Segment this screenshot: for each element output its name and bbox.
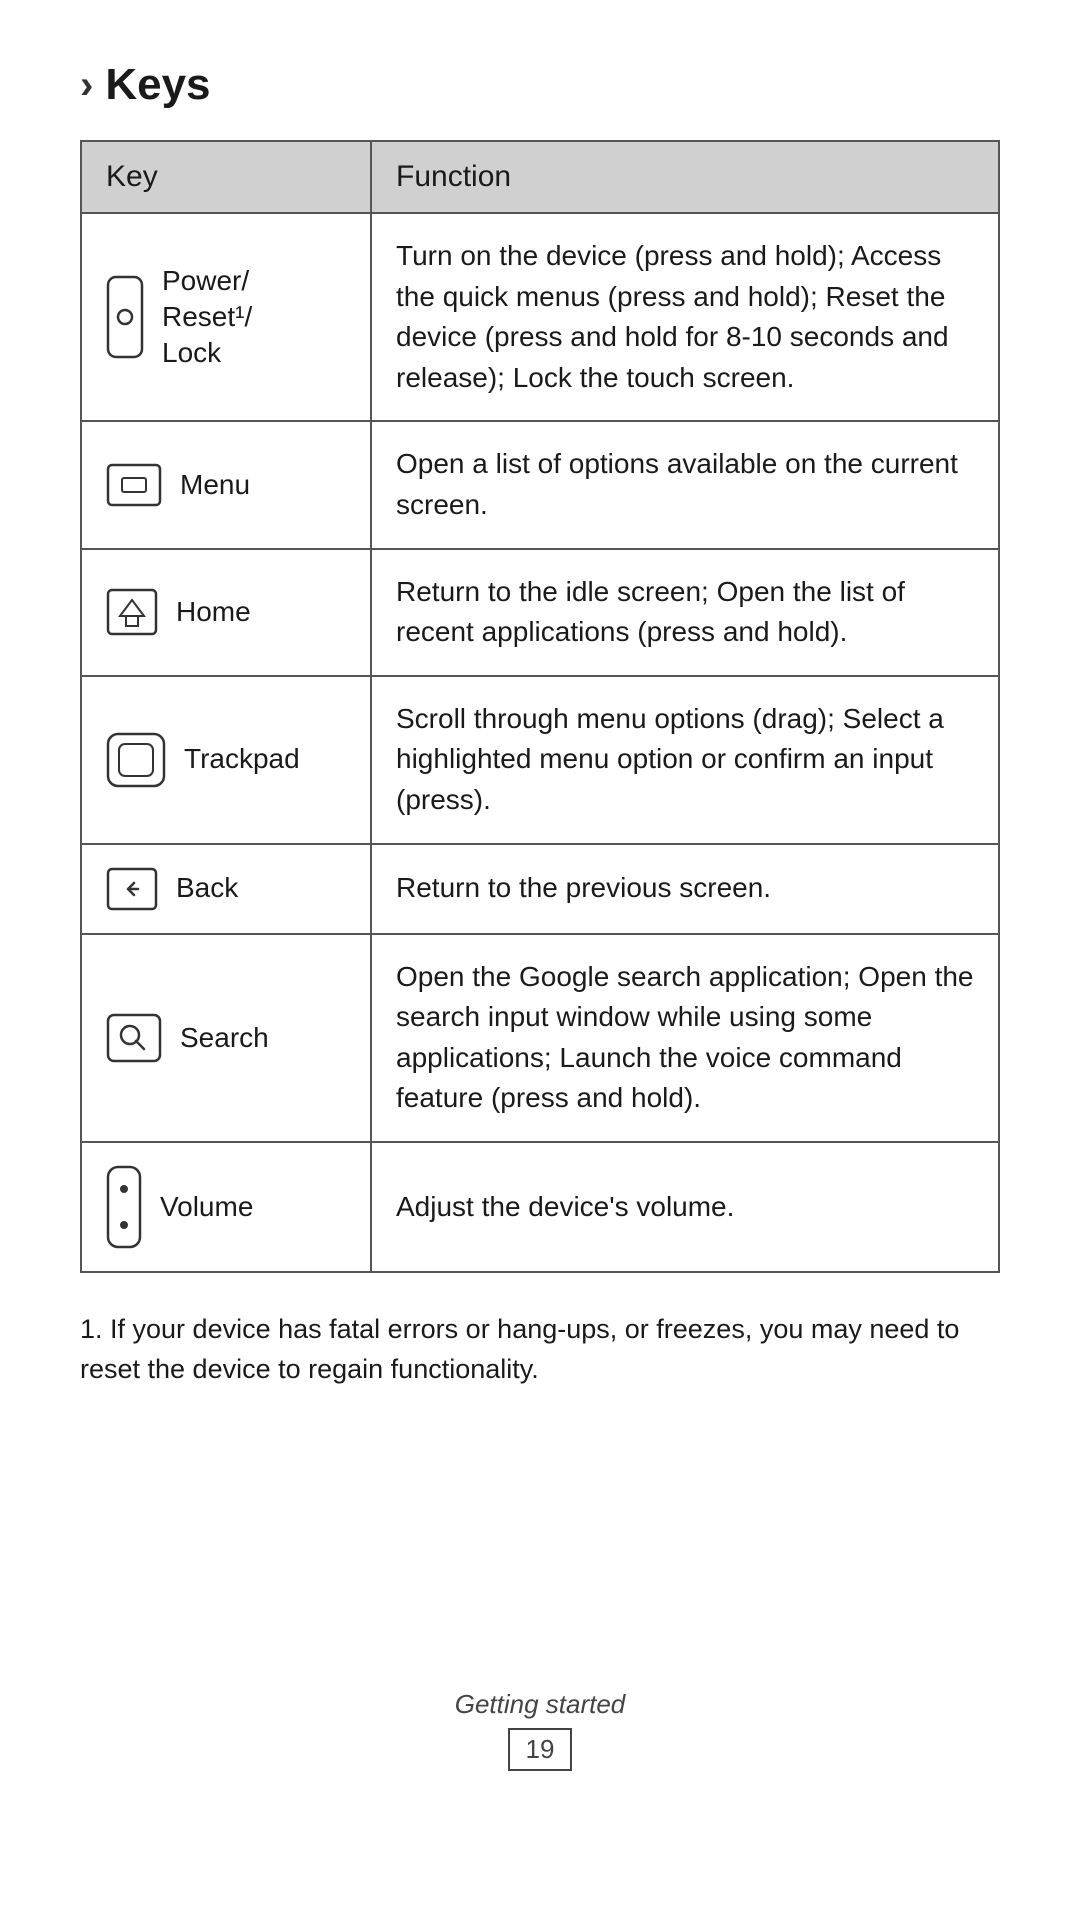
trackpad-icon <box>106 732 166 788</box>
table-row: Trackpad Scroll through menu options (dra… <box>81 676 999 844</box>
table-row: Menu Open a list of options available on … <box>81 421 999 548</box>
title-label: Keys <box>105 60 210 110</box>
keys-table: Key Function Power/Reset¹/Lock Turn on th… <box>80 140 1000 1273</box>
back-icon <box>106 867 158 911</box>
table-header-row: Key Function <box>81 141 999 213</box>
table-row: Home Return to the idle screen; Open the … <box>81 549 999 676</box>
key-label: Back <box>176 870 238 906</box>
table-row: Search Open the Google search application… <box>81 934 999 1142</box>
footer-page-number: 19 <box>508 1728 573 1771</box>
footer-section: Getting started <box>80 1689 1000 1720</box>
key-label: Menu <box>180 467 250 503</box>
key-label: Home <box>176 594 251 630</box>
col-header-function: Function <box>371 141 999 213</box>
home-icon <box>106 588 158 636</box>
table-row: Volume Adjust the device's volume. <box>81 1142 999 1272</box>
function-cell: Scroll through menu options (drag); Sele… <box>371 676 999 844</box>
function-cell: Open the Google search application; Open… <box>371 934 999 1142</box>
table-row: Power/Reset¹/Lock Turn on the device (pre… <box>81 213 999 421</box>
table-row: Back Return to the previous screen. <box>81 844 999 934</box>
footnote: 1. If your device has fatal errors or ha… <box>80 1309 1000 1390</box>
function-cell: Open a list of options available on the … <box>371 421 999 548</box>
search-icon <box>106 1013 162 1063</box>
function-cell: Return to the previous screen. <box>371 844 999 934</box>
chevron-icon: › <box>80 63 93 108</box>
key-label: Trackpad <box>184 741 300 777</box>
page-title: › Keys <box>80 60 1000 110</box>
key-label: Power/Reset¹/Lock <box>162 263 252 372</box>
key-label: Search <box>180 1020 269 1056</box>
menu-icon <box>106 463 162 507</box>
key-label: Volume <box>160 1189 253 1225</box>
function-cell: Adjust the device's volume. <box>371 1142 999 1272</box>
function-cell: Return to the idle screen; Open the list… <box>371 549 999 676</box>
col-header-key: Key <box>81 141 371 213</box>
function-cell: Turn on the device (press and hold); Acc… <box>371 213 999 421</box>
volume-icon <box>106 1165 142 1249</box>
page-footer: Getting started 19 <box>80 1689 1000 1771</box>
power-icon <box>106 275 144 359</box>
